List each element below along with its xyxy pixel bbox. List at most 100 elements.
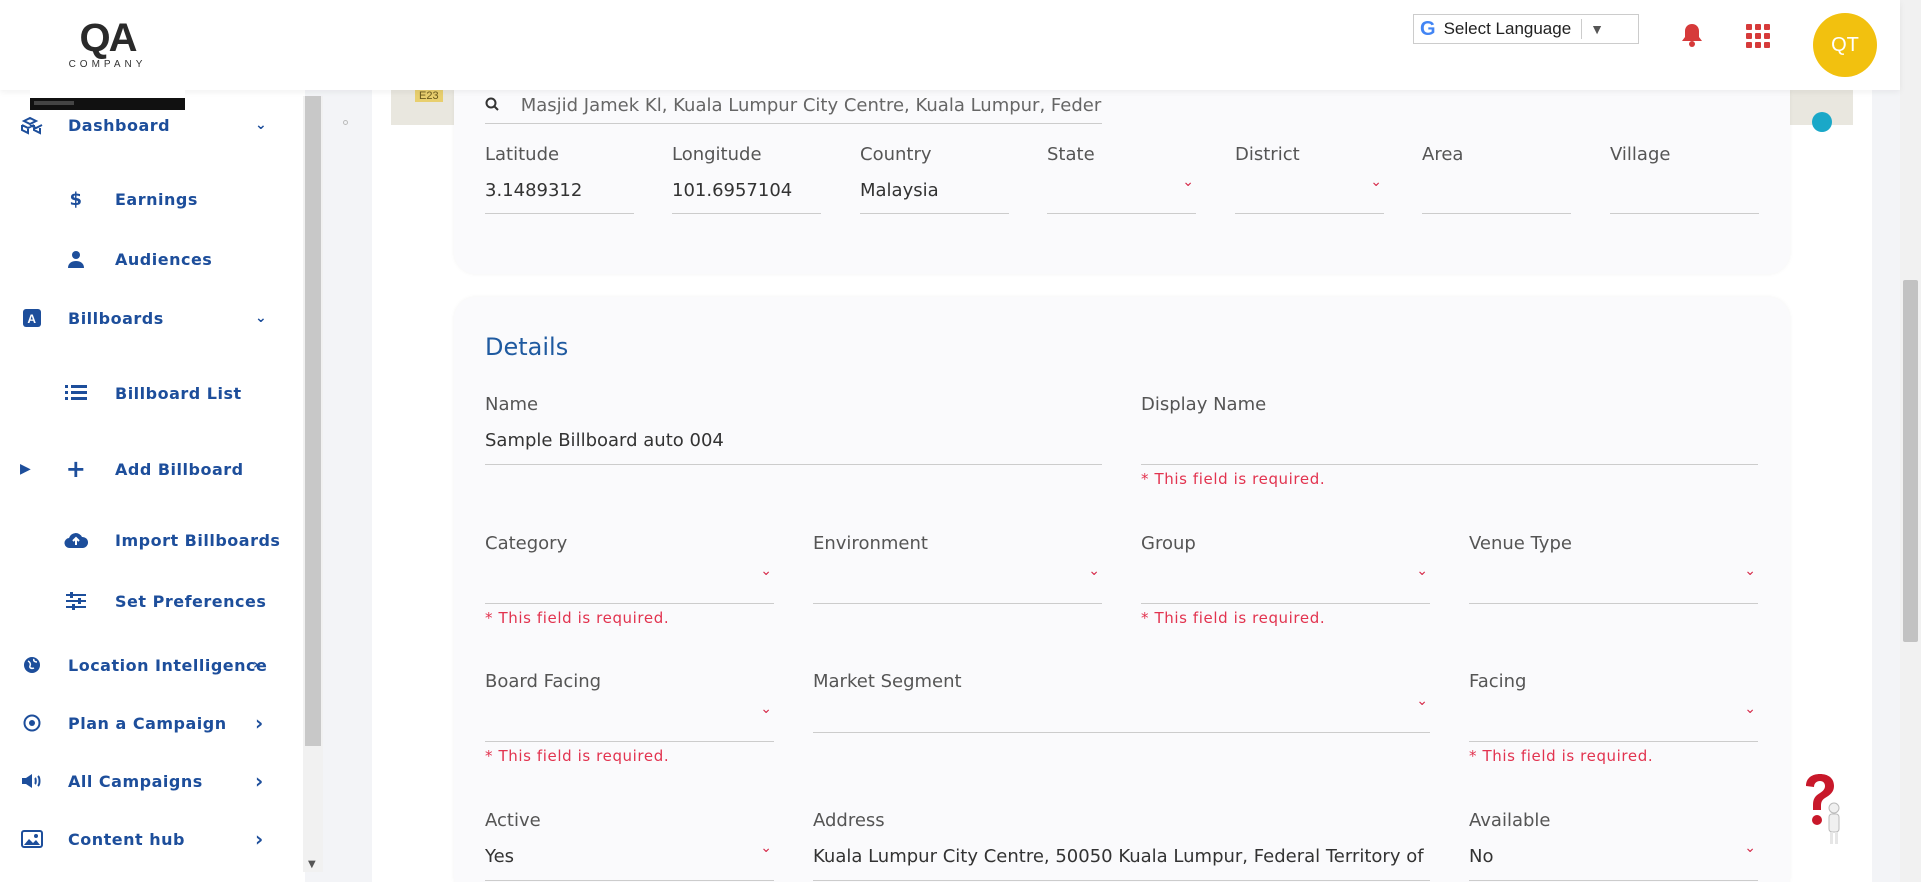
state-label: State	[1047, 144, 1095, 165]
village-field[interactable]: Village	[1610, 144, 1759, 214]
sidebar-item-location-intelligence[interactable]: Location Intelligence ›	[20, 653, 280, 677]
name-field[interactable]: Name Sample Billboard auto 004	[485, 394, 1102, 466]
group-error: * This field is required.	[1141, 609, 1326, 627]
area-field[interactable]: Area	[1422, 144, 1571, 214]
location-search-input[interactable]: Masjid Jamek Kl, Kuala Lumpur City Centr…	[485, 88, 1102, 124]
facing-error: * This field is required.	[1469, 747, 1654, 765]
active-value: Yes	[485, 846, 515, 867]
sidebar-item-earnings[interactable]: $ Earnings	[64, 187, 264, 211]
logo-subtitle: COMPANY	[68, 59, 147, 70]
group-select[interactable]: Group ⌄ * This field is required.	[1141, 533, 1430, 633]
area-label: Area	[1422, 144, 1464, 165]
display-name-error: * This field is required.	[1141, 470, 1326, 488]
district-label: District	[1235, 144, 1300, 165]
longitude-value: 101.6957104	[672, 180, 793, 201]
megaphone-icon	[20, 769, 44, 793]
chevron-right-icon: ›	[255, 827, 264, 851]
display-name-field[interactable]: Display Name * This field is required.	[1141, 394, 1758, 494]
chevron-down-icon: ⌄	[1416, 693, 1428, 709]
chevron-right-icon: ›	[253, 657, 260, 673]
globe-icon	[20, 653, 44, 677]
dropdown-arrow-icon: ▼	[1590, 21, 1605, 37]
sidebar-item-plan-a-campaign[interactable]: Plan a Campaign ›	[20, 711, 275, 735]
svg-text:A: A	[27, 312, 36, 326]
map-marker-icon	[1812, 112, 1832, 132]
dollar-icon: $	[69, 188, 83, 210]
category-select[interactable]: Category ⌄ * This field is required.	[485, 533, 774, 633]
sidebar-item-label: Location Intelligence	[68, 655, 268, 675]
venue-type-label: Venue Type	[1469, 533, 1572, 554]
caret-right-icon: ▶	[20, 461, 32, 477]
venue-type-select[interactable]: Venue Type ⌄	[1469, 533, 1758, 605]
state-select[interactable]: State ⌄	[1047, 144, 1196, 214]
active-select[interactable]: Active Yes ⌄	[485, 810, 774, 882]
logo-strip	[30, 98, 185, 110]
user-avatar[interactable]: QT	[1813, 13, 1877, 77]
district-select[interactable]: District ⌄	[1235, 144, 1384, 214]
sidebar-item-label: Set Preferences	[115, 591, 267, 611]
user-icon	[64, 247, 88, 271]
name-value: Sample Billboard auto 004	[485, 430, 724, 451]
chevron-down-icon: ⌄	[255, 310, 268, 326]
chevron-down-icon: ⌄	[1744, 840, 1756, 856]
country-field[interactable]: Country Malaysia	[860, 144, 1009, 214]
sidebar-item-dashboard[interactable]: Dashboard ⌄	[20, 113, 275, 137]
sidebar-item-label: Dashboard	[68, 115, 171, 135]
display-name-label: Display Name	[1141, 394, 1267, 415]
board-facing-select[interactable]: Board Facing ⌄ * This field is required.	[485, 671, 774, 771]
latitude-field[interactable]: Latitude 3.1489312	[485, 144, 634, 214]
chevron-down-icon: ⌄	[1416, 563, 1428, 579]
sidebar-item-label: Content hub	[68, 829, 185, 849]
address-field[interactable]: Address Kuala Lumpur City Centre, 50050 …	[813, 810, 1430, 882]
sidebar-item-label: All Campaigns	[68, 771, 203, 791]
available-select[interactable]: Available No ⌄	[1469, 810, 1758, 882]
chevron-down-icon: ⌄	[1182, 174, 1194, 190]
help-question-icon[interactable]	[1800, 772, 1844, 846]
target-icon	[20, 711, 44, 735]
active-label: Active	[485, 810, 541, 831]
sidebar-item-label: Import Billboards	[115, 530, 281, 550]
chevron-right-icon: ›	[255, 711, 264, 735]
country-value: Malaysia	[860, 180, 939, 201]
sidebar-item-all-campaigns[interactable]: All Campaigns ›	[20, 769, 275, 793]
sidebar-item-import-billboards[interactable]: Import Billboards	[64, 528, 284, 552]
language-select[interactable]: G Select Language ▼	[1413, 14, 1639, 44]
sidebar-item-set-preferences[interactable]: Set Preferences	[64, 589, 284, 613]
chevron-down-icon: ⌄	[760, 563, 772, 579]
village-label: Village	[1610, 144, 1671, 165]
sidebar-item-label: Audiences	[115, 249, 213, 269]
sidebar-item-audiences[interactable]: Audiences	[64, 247, 264, 271]
group-label: Group	[1141, 533, 1196, 554]
search-icon	[485, 97, 505, 115]
chevron-down-icon: ⌄	[1088, 563, 1100, 579]
bell-icon[interactable]	[1680, 22, 1704, 48]
address-label: Address	[813, 810, 885, 831]
chevron-down-icon: ⌄	[1744, 563, 1756, 579]
chevron-right-icon: ›	[255, 769, 264, 793]
chevron-down-icon: ⌄	[760, 701, 772, 717]
sidebar-item-content-hub[interactable]: Content hub ›	[20, 827, 275, 851]
category-label: Category	[485, 533, 568, 554]
facing-select[interactable]: Facing ⌄ * This field is required.	[1469, 671, 1758, 771]
list-icon	[64, 381, 88, 405]
sidebar-item-label: Billboards	[68, 308, 164, 328]
sidebar-scrollbar[interactable]: ▼	[303, 96, 323, 872]
sidebar-item-billboards[interactable]: A Billboards ⌄	[20, 306, 275, 330]
environment-select[interactable]: Environment ⌄	[813, 533, 1102, 605]
google-icon: G	[1420, 17, 1436, 40]
search-value: Masjid Jamek Kl, Kuala Lumpur City Centr…	[520, 95, 1102, 116]
dashboard-icon	[20, 113, 44, 137]
map-preview-left[interactable]: E23	[391, 90, 454, 125]
sidebar-item-add-billboard[interactable]: ▶ + Add Billboard	[20, 455, 280, 483]
map-preview-right[interactable]	[1790, 90, 1853, 132]
sliders-icon	[64, 589, 88, 613]
latitude-value: 3.1489312	[485, 180, 583, 201]
company-logo[interactable]: QA COMPANY	[30, 14, 185, 110]
page-scrollbar[interactable]	[1900, 0, 1921, 882]
longitude-field[interactable]: Longitude 101.6957104	[672, 144, 821, 214]
market-segment-select[interactable]: Market Segment ⌄	[813, 671, 1430, 733]
sidebar-item-billboard-list[interactable]: Billboard List	[64, 381, 264, 405]
name-label: Name	[485, 394, 539, 415]
apps-grid-icon[interactable]	[1746, 24, 1770, 48]
environment-label: Environment	[813, 533, 928, 554]
